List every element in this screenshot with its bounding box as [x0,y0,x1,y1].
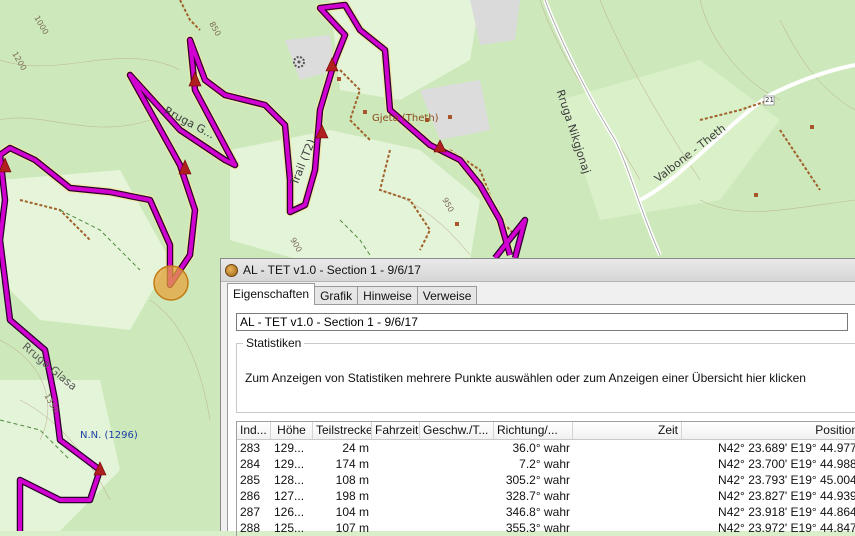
tab-grafik[interactable]: Grafik [314,286,359,305]
cell-direction: 346.8° wahr [505,505,570,519]
selected-point-marker[interactable] [153,265,189,301]
table-row[interactable]: 285 128... 108 m 305.2° wahr N42° 23.793… [237,472,855,488]
cell-altitude: 129... [274,441,305,455]
cell-index: 284 [240,457,261,471]
cell-position: N42° 23.827' E19° 44.939' [718,489,855,503]
table-row[interactable]: 286 127... 198 m 328.7° wahr N42° 23.827… [237,488,855,504]
cell-direction: 7.2° wahr [519,457,570,471]
statistics-legend: Statistiken [243,336,305,350]
cell-time [573,440,682,456]
column-header-index[interactable]: Ind... [237,422,271,439]
column-header-leg-length[interactable]: Teilstrecke [313,422,372,439]
cell-altitude: 126... [274,505,305,519]
cell-travel-time [372,488,420,504]
cell-index: 285 [240,473,261,487]
cell-altitude: 127... [274,489,305,503]
cell-leg-length: 174 m [335,457,369,471]
cell-speed [420,440,494,456]
column-header-travel-time[interactable]: Fahrzeit [372,422,420,439]
table-row[interactable]: 284 129... 174 m 7.2° wahr N42° 23.700' … [237,456,855,472]
track-name-input[interactable] [236,313,848,331]
track-icon [225,263,238,277]
cell-leg-length: 24 m [342,441,369,455]
cell-speed [420,488,494,504]
cell-direction: 355.3° wahr [505,521,570,535]
cell-time [573,472,682,488]
cell-altitude: 125... [274,521,305,535]
cell-altitude: 129... [274,457,305,471]
dialog-title: AL - TET v1.0 - Section 1 - 9/6/17 [243,263,421,277]
track-properties-dialog: AL - TET v1.0 - Section 1 - 9/6/17 Eigen… [220,258,855,536]
trackpoint-table[interactable]: Ind... Höhe Teilstrecke Fahrzeit Geschw.… [236,421,855,536]
cell-leg-length: 107 m [335,521,369,535]
cell-time [573,520,682,536]
map-label-nn-1296: N.N. (1296) [80,430,138,441]
road-number-label: 21 [765,96,774,104]
cell-travel-time [372,520,420,536]
cell-speed [420,520,494,536]
properties-panel: Statistiken Zum Anzeigen von Statistiken… [227,304,855,536]
cell-index: 286 [240,489,261,503]
dialog-titlebar[interactable]: AL - TET v1.0 - Section 1 - 9/6/17 [221,259,855,282]
cell-speed [420,456,494,472]
cell-position: N42° 23.972' E19° 44.847' [718,521,855,535]
cell-altitude: 128... [274,473,305,487]
cell-direction: 305.2° wahr [505,473,570,487]
cell-position: N42° 23.700' E19° 44.988' [718,457,855,471]
cell-time [573,456,682,472]
cell-position: N42° 23.918' E19° 44.864' [718,505,855,519]
statistics-group[interactable]: Statistiken Zum Anzeigen von Statistiken… [236,336,855,413]
table-header: Ind... Höhe Teilstrecke Fahrzeit Geschw.… [237,422,855,440]
table-row[interactable]: 288 125... 107 m 355.3° wahr N42° 23.972… [237,520,855,536]
cell-travel-time [372,456,420,472]
cell-speed [420,472,494,488]
column-header-position[interactable]: Position [682,422,855,439]
cell-leg-length: 104 m [335,505,369,519]
tab-eigenschaften[interactable]: Eigenschaften [227,283,316,305]
cell-position: N42° 23.689' E19° 44.977' [718,441,855,455]
cell-travel-time [372,472,420,488]
cell-time [573,504,682,520]
tab-verweise[interactable]: Verweise [416,286,478,305]
cell-direction: 328.7° wahr [505,489,570,503]
cell-leg-length: 198 m [335,489,369,503]
table-row[interactable]: 287 126... 104 m 346.8° wahr N42° 23.918… [237,504,855,520]
cell-travel-time [372,440,420,456]
cell-travel-time [372,504,420,520]
column-header-time[interactable]: Zeit [573,422,682,439]
cell-index: 283 [240,441,261,455]
column-header-altitude[interactable]: Höhe [271,422,313,439]
cell-index: 288 [240,521,261,535]
column-header-speed[interactable]: Geschw./T... [420,422,494,439]
column-header-direction[interactable]: Richtung/... [494,422,573,439]
cell-direction: 36.0° wahr [512,441,571,455]
cell-leg-length: 108 m [335,473,369,487]
tab-strip: Eigenschaften Grafik Hinweise Verweise [227,283,478,305]
cell-index: 287 [240,505,261,519]
map-label-gjeta-theth: Gjeta (Theth) [372,113,439,124]
tab-hinweise[interactable]: Hinweise [357,286,418,305]
cell-position: N42° 23.793' E19° 45.004' [718,473,855,487]
statistics-hint-link[interactable]: Zum Anzeigen von Statistiken mehrere Pun… [245,371,806,385]
cell-speed [420,504,494,520]
table-row[interactable]: 283 129... 24 m 36.0° wahr N42° 23.689' … [237,440,855,456]
cell-time [573,488,682,504]
